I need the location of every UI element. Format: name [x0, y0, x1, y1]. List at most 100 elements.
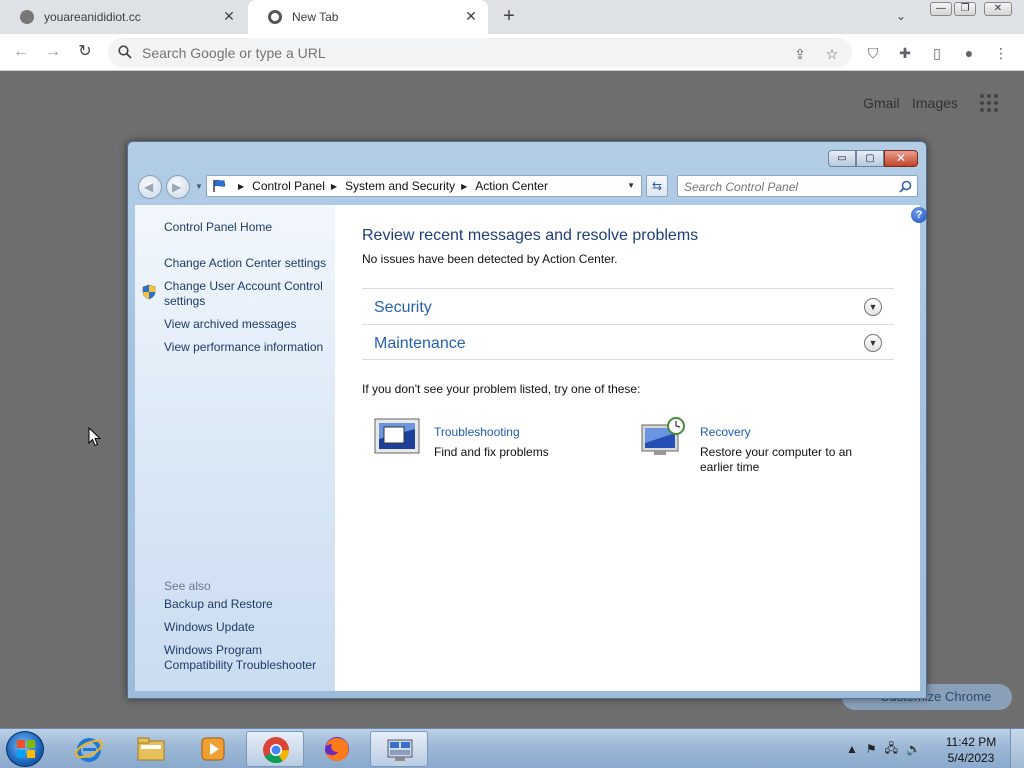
- nav-buttons: ◀ ▶ ▼: [138, 175, 203, 199]
- troubleshooting-monitor-icon: [374, 418, 420, 454]
- side-panel-icon[interactable]: ▯: [928, 44, 946, 62]
- control-panel-home-link[interactable]: Control Panel Home: [164, 220, 272, 235]
- chevron-down-icon[interactable]: ▼: [864, 298, 882, 316]
- taskbar-file-explorer[interactable]: [122, 731, 180, 767]
- taskbar-firefox[interactable]: [308, 731, 366, 767]
- section-title: Maintenance: [374, 335, 466, 352]
- uac-shield-icon: [142, 284, 156, 300]
- change-action-center-settings-link[interactable]: Change Action Center settings: [164, 256, 326, 271]
- tab-youareanididiot[interactable]: youareanididiot.cc ✕: [0, 0, 246, 34]
- forward-button[interactable]: ▶: [166, 175, 190, 199]
- browser-menu-icon[interactable]: ⋮: [992, 44, 1010, 62]
- page-title: Review recent messages and resolve probl…: [362, 227, 699, 244]
- taskbar-clock[interactable]: 11:42 PM 5/4/2023: [940, 734, 1002, 766]
- back-arrow-icon[interactable]: ←: [10, 42, 32, 62]
- clock-date: 5/4/2023: [947, 751, 995, 765]
- try-prompt: If you don't see your problem listed, tr…: [362, 382, 641, 396]
- browser-toolbar: ← → ↻ ⇪ ☆ ⛉ ✚ ▯ ● ⋮: [0, 34, 1024, 71]
- windows-logo-icon: [17, 740, 35, 758]
- breadcrumb-system-and-security[interactable]: System and Security: [345, 179, 455, 193]
- browser-close-button[interactable]: ✕: [984, 2, 1012, 16]
- breadcrumb-control-panel[interactable]: Control Panel: [252, 179, 325, 193]
- minimize-button[interactable]: ▭: [828, 150, 856, 167]
- extension-shield-icon[interactable]: ⛉: [864, 44, 882, 62]
- taskbar-google-chrome[interactable]: [246, 731, 304, 767]
- troubleshooting-link[interactable]: Troubleshooting: [434, 425, 520, 439]
- show-desktop-button[interactable]: [1010, 729, 1024, 768]
- view-archived-messages-link[interactable]: View archived messages: [164, 317, 297, 332]
- bookmark-star-icon[interactable]: ☆: [824, 46, 840, 62]
- backup-and-restore-link[interactable]: Backup and Restore: [164, 597, 273, 612]
- taskbar: ▲ ⚑ 🖧 🔊 11:42 PM 5/4/2023: [0, 728, 1024, 768]
- section-title: Security: [374, 299, 432, 316]
- control-panel-search-box[interactable]: [677, 175, 918, 197]
- chrome-icon: [263, 737, 290, 764]
- share-icon[interactable]: ⇪: [792, 46, 808, 62]
- breadcrumb-separator-icon[interactable]: ▶: [461, 182, 467, 191]
- new-tab-button[interactable]: +: [498, 6, 520, 28]
- network-icon[interactable]: 🖧: [885, 739, 898, 760]
- address-bar[interactable]: ▶ Control Panel ▶ System and Security ▶ …: [206, 175, 642, 197]
- recovery-computer-clock-icon: [641, 417, 685, 455]
- tab-close-icon[interactable]: ✕: [222, 9, 236, 23]
- recovery-link[interactable]: Recovery: [700, 425, 751, 439]
- window-caption-buttons: ▭ ▢ ✕: [828, 150, 918, 168]
- browser-restore-button[interactable]: ❐: [954, 2, 976, 16]
- maximize-button[interactable]: ▢: [856, 150, 884, 167]
- images-link[interactable]: Images: [912, 95, 958, 111]
- taskbar-internet-explorer[interactable]: [60, 731, 118, 767]
- control-panel-search-input[interactable]: [684, 179, 884, 194]
- folder-icon: [137, 737, 165, 761]
- section-maintenance[interactable]: Maintenance ▼: [362, 324, 894, 360]
- control-panel-icon: [387, 739, 413, 761]
- browser-tabstrip: youareanididiot.cc ✕ New Tab ✕ + ⌄ — ❐ ✕: [0, 0, 1024, 34]
- refresh-button[interactable]: ⇆: [646, 175, 668, 197]
- back-button[interactable]: ◀: [138, 175, 162, 199]
- address-dropdown-icon[interactable]: ▼: [627, 181, 635, 190]
- section-security[interactable]: Security ▼: [362, 288, 894, 324]
- globe-icon: [20, 10, 34, 24]
- view-performance-information-link[interactable]: View performance information: [164, 340, 323, 355]
- show-hidden-icons-icon[interactable]: ▲: [846, 742, 858, 756]
- omnibox-input[interactable]: [142, 43, 742, 63]
- google-apps-icon[interactable]: [980, 94, 1000, 112]
- recent-pages-dropdown-icon[interactable]: ▼: [195, 182, 203, 191]
- breadcrumb-separator-icon[interactable]: ▶: [331, 182, 337, 191]
- breadcrumb-separator-icon[interactable]: ▶: [238, 182, 244, 191]
- tab-search-chevron-icon[interactable]: ⌄: [896, 9, 914, 25]
- breadcrumb-action-center[interactable]: Action Center: [475, 179, 548, 193]
- search-icon[interactable]: [899, 180, 912, 193]
- forward-arrow-icon[interactable]: →: [42, 42, 64, 62]
- taskbar-media-player[interactable]: [184, 731, 242, 767]
- program-compatibility-troubleshooter-link[interactable]: Windows Program Compatibility Troublesho…: [164, 643, 329, 673]
- omnibox[interactable]: ⇪ ☆: [108, 38, 852, 67]
- tab-close-icon[interactable]: ✕: [464, 9, 478, 23]
- search-icon: [118, 45, 132, 59]
- reload-icon[interactable]: ↻: [74, 42, 96, 62]
- windows-update-link[interactable]: Windows Update: [164, 620, 255, 635]
- firefox-icon: [325, 737, 349, 761]
- gmail-link[interactable]: Gmail: [863, 95, 900, 111]
- profile-avatar-icon[interactable]: ●: [960, 44, 978, 62]
- tab-new-tab[interactable]: New Tab ✕: [248, 0, 488, 34]
- troubleshooting-description: Find and fix problems: [434, 445, 549, 459]
- mouse-cursor-icon: [88, 427, 102, 447]
- tab-title: youareanididiot.cc: [44, 10, 141, 24]
- action-center-flag-icon[interactable]: ⚑: [866, 742, 877, 756]
- volume-icon[interactable]: 🔊: [906, 742, 921, 756]
- change-uac-settings-link[interactable]: Change User Account Control settings: [164, 279, 332, 309]
- extensions-puzzle-icon[interactable]: ✚: [896, 44, 914, 62]
- status-message: No issues have been detected by Action C…: [362, 252, 618, 266]
- see-also-heading: See also: [164, 579, 211, 593]
- help-icon[interactable]: ?: [911, 207, 927, 223]
- taskbar-control-panel[interactable]: [370, 731, 428, 767]
- browser-minimize-button[interactable]: —: [930, 2, 952, 16]
- chrome-icon: [268, 10, 282, 24]
- tab-title: New Tab: [292, 10, 339, 24]
- main-content: ? Review recent messages and resolve pro…: [335, 205, 927, 691]
- chevron-down-icon[interactable]: ▼: [864, 334, 882, 352]
- close-button[interactable]: ✕: [884, 150, 918, 167]
- back-arrow-icon: ◀: [144, 180, 154, 194]
- start-button[interactable]: [6, 731, 44, 767]
- media-player-icon: [201, 737, 225, 761]
